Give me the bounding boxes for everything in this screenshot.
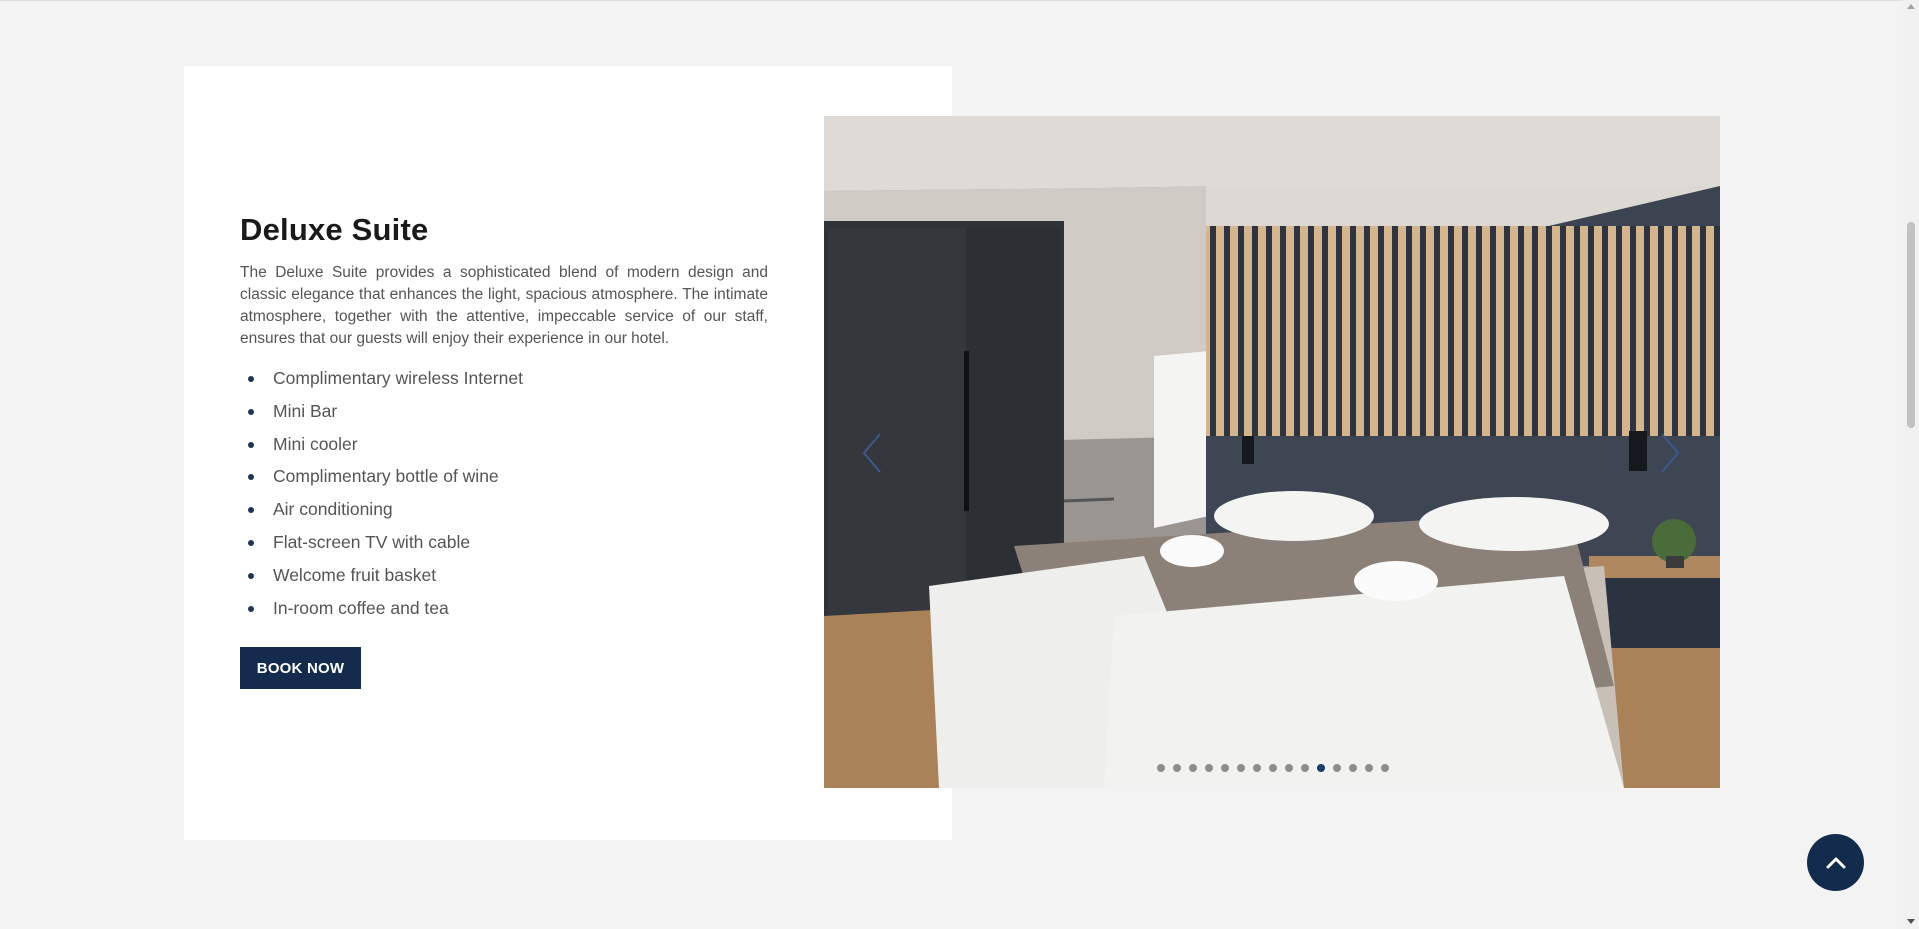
slider-dot[interactable] bbox=[1173, 764, 1181, 772]
slider-dot[interactable] bbox=[1301, 764, 1309, 772]
slider-dot[interactable] bbox=[1349, 764, 1357, 772]
slider-prev-button[interactable] bbox=[854, 428, 890, 478]
amenity-item: Complimentary bottle of wine bbox=[240, 460, 768, 493]
slider-dot[interactable] bbox=[1333, 764, 1341, 772]
scrollbar[interactable] bbox=[1903, 0, 1919, 929]
scroll-thumb[interactable] bbox=[1907, 222, 1915, 428]
slider-dot[interactable] bbox=[1269, 764, 1277, 772]
slider-dot[interactable] bbox=[1205, 764, 1213, 772]
amenity-item: Flat-screen TV with cable bbox=[240, 526, 768, 559]
wood-slats bbox=[1206, 226, 1720, 441]
book-now-button[interactable]: BOOK NOW bbox=[240, 647, 361, 690]
slider-dot[interactable] bbox=[1381, 764, 1389, 772]
scroll-up-arrow[interactable] bbox=[1907, 4, 1915, 9]
room-description: The Deluxe Suite provides a sophisticate… bbox=[240, 264, 768, 347]
slider-dot[interactable] bbox=[1237, 764, 1245, 772]
room-image-slider[interactable] bbox=[824, 116, 1720, 788]
amenity-item: Mini Bar bbox=[240, 395, 768, 428]
room-details: Deluxe Suite The Deluxe Suite provides a… bbox=[240, 212, 768, 690]
slider-pagination bbox=[1157, 764, 1389, 776]
slider-dot[interactable] bbox=[1189, 764, 1197, 772]
header-divider bbox=[0, 0, 1903, 1]
scroll-down-arrow[interactable] bbox=[1907, 919, 1915, 924]
page: Deluxe Suite The Deluxe Suite provides a… bbox=[0, 0, 1919, 929]
room-title: Deluxe Suite bbox=[240, 212, 429, 247]
slider-dot[interactable] bbox=[1221, 764, 1229, 772]
slider-dot[interactable] bbox=[1253, 764, 1261, 772]
amenity-item: Air conditioning bbox=[240, 493, 768, 526]
slider-dot[interactable] bbox=[1285, 764, 1293, 772]
slider-next-button[interactable] bbox=[1652, 428, 1688, 478]
slider-dot-active[interactable] bbox=[1317, 764, 1325, 772]
amenity-item: Mini cooler bbox=[240, 428, 768, 461]
room-photo bbox=[824, 116, 1720, 788]
amenity-item: Complimentary wireless Internet bbox=[240, 362, 768, 395]
amenities-list: Complimentary wireless Internet Mini Bar… bbox=[240, 362, 768, 624]
amenity-item: Welcome fruit basket bbox=[240, 559, 768, 592]
back-to-top-button[interactable] bbox=[1807, 834, 1864, 891]
slider-dot[interactable] bbox=[1365, 764, 1373, 772]
slider-dot[interactable] bbox=[1157, 764, 1165, 772]
amenity-item: In-room coffee and tea bbox=[240, 592, 768, 625]
chevron-up-icon bbox=[1826, 857, 1845, 868]
